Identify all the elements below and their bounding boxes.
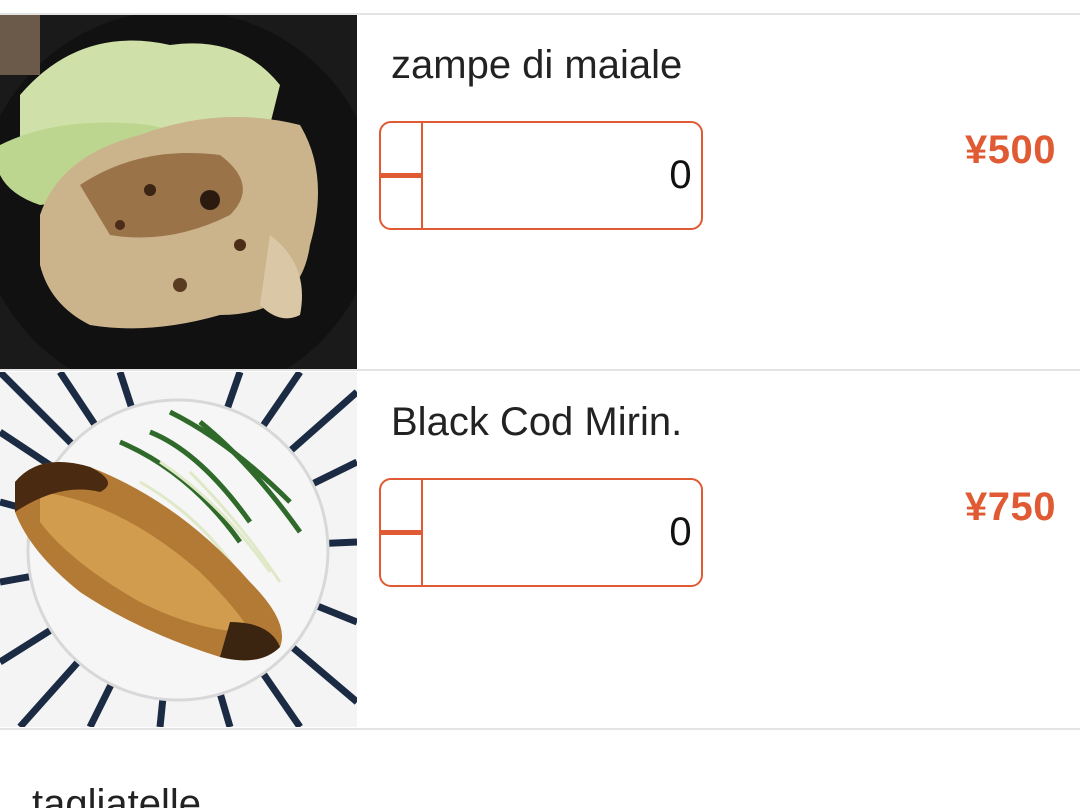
menu-list: zampe di maiale ¥500: [0, 0, 1080, 808]
quantity-stepper: [379, 478, 703, 587]
quantity-field[interactable]: [423, 480, 701, 585]
quantity-field[interactable]: [423, 123, 701, 228]
black-cod-dish-image: [0, 372, 357, 727]
decrease-quantity-button[interactable]: [381, 123, 423, 228]
divider: [0, 369, 1080, 371]
pork-trotters-dish-image: [0, 15, 357, 370]
item-name: zampe di maiale: [391, 43, 683, 87]
menu-item: Black Cod Mirin. ¥750: [0, 372, 1080, 727]
minus-icon: [381, 172, 421, 178]
divider: [0, 728, 1080, 730]
decrease-quantity-button[interactable]: [381, 480, 423, 585]
item-price: ¥750: [965, 485, 1056, 529]
item-name: Black Cod Mirin.: [391, 400, 683, 444]
minus-icon: [381, 529, 421, 535]
menu-item: zampe di maiale ¥500: [0, 15, 1080, 370]
quantity-stepper: [379, 121, 703, 230]
item-price: ¥500: [965, 128, 1056, 172]
item-name: tagliatelle: [32, 782, 202, 808]
